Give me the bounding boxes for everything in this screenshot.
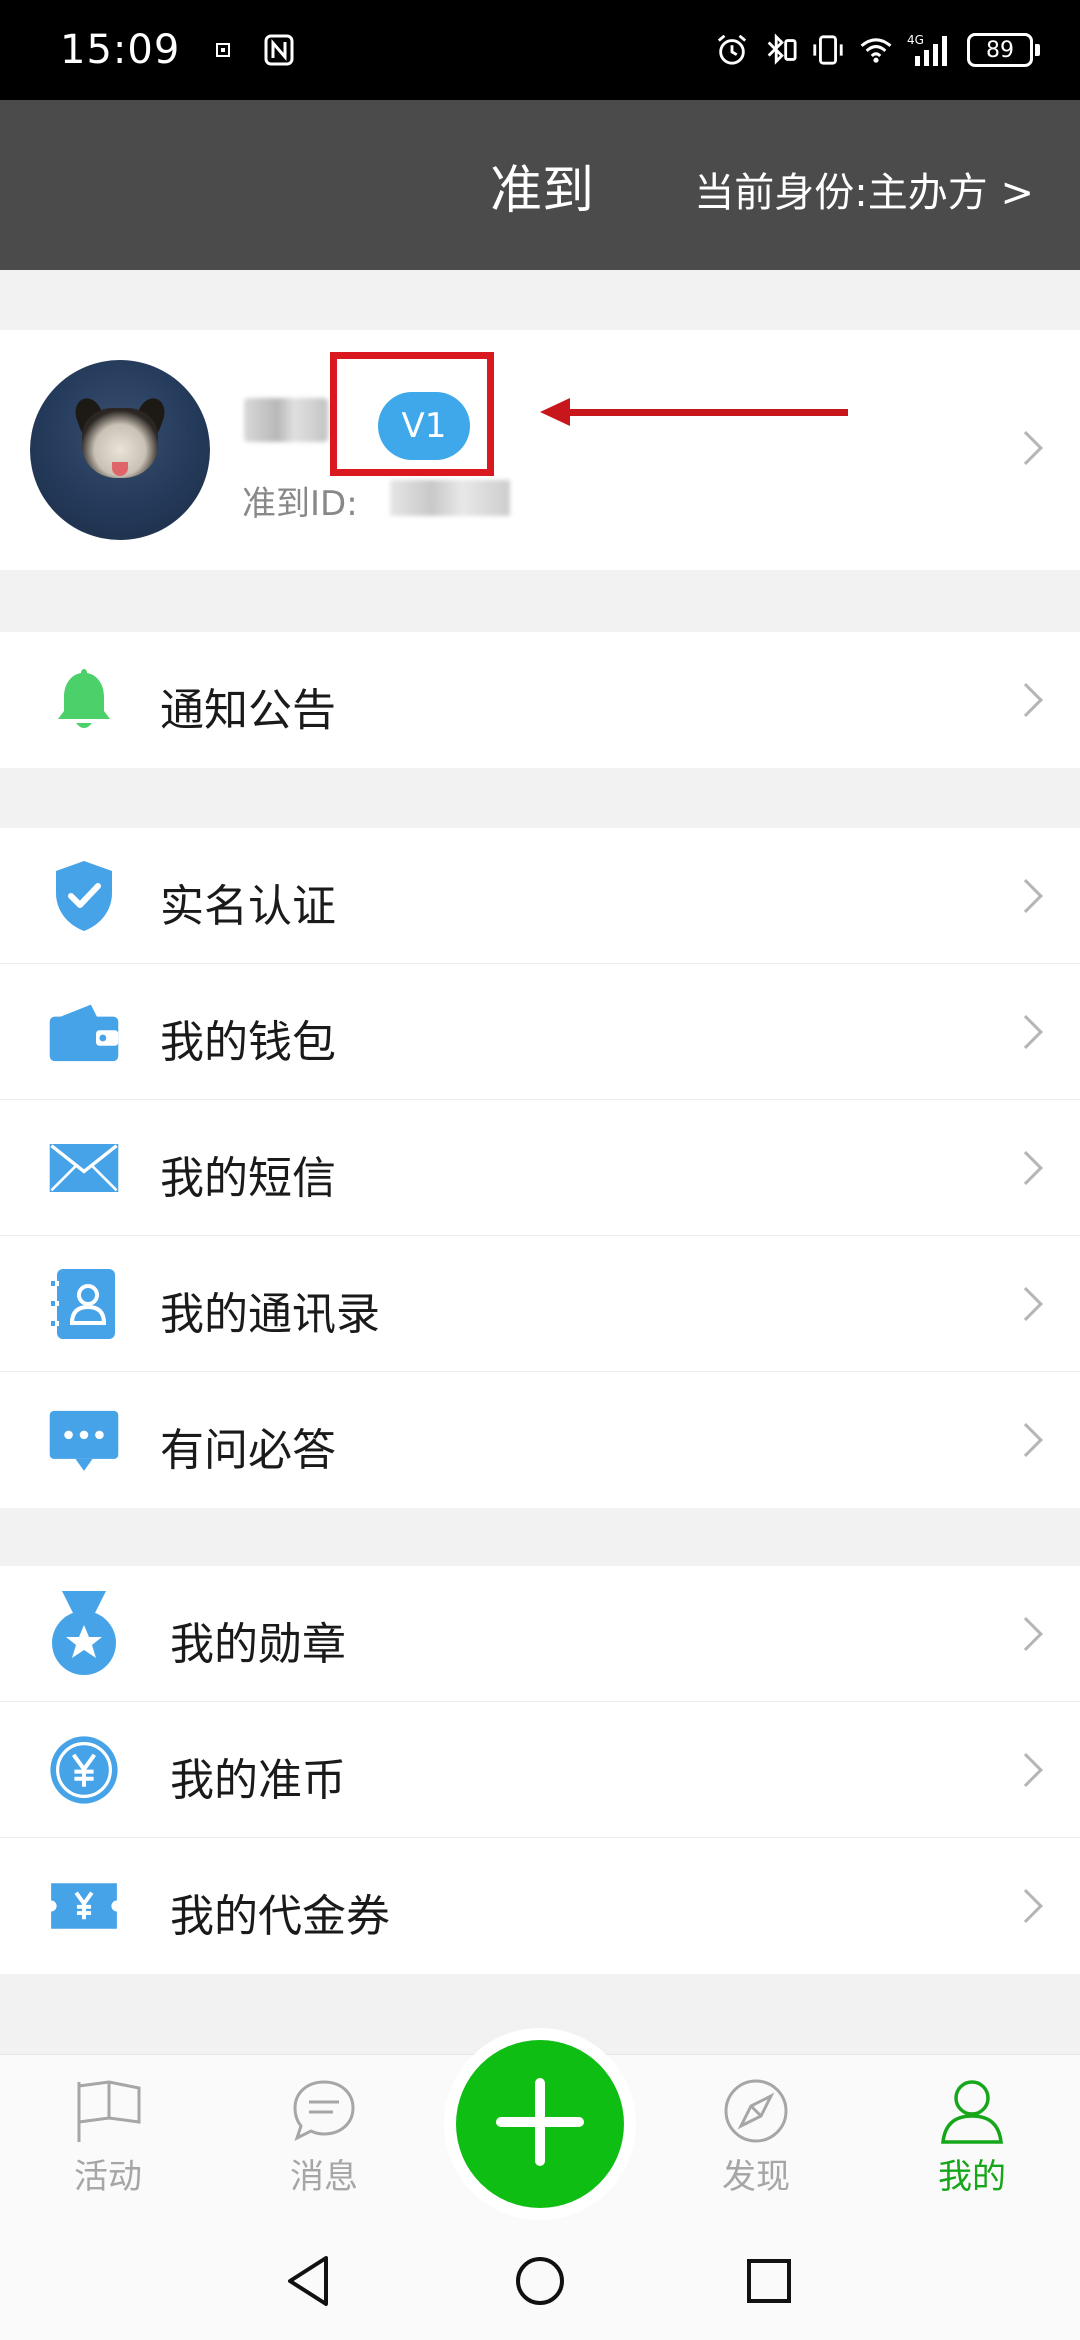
medal-icon (48, 1591, 120, 1675)
chevron-right-icon (1009, 1287, 1043, 1321)
account-group: 实名认证 我的钱包 我的短信 我的通讯录 有问必答 (0, 828, 1080, 1508)
notification-dot-icon (206, 33, 240, 67)
chevron-right-icon (1009, 1015, 1043, 1049)
menu-item-label: 我的通讯录 (160, 1289, 380, 1340)
chevron-right-icon (1009, 1423, 1043, 1457)
menu-item-sms[interactable]: 我的短信 (0, 1100, 1080, 1236)
annotation-highlight-box (330, 352, 494, 476)
menu-item-label: 有问必答 (160, 1425, 336, 1476)
chat-bubble-icon (48, 1404, 120, 1476)
tab-messages[interactable]: 消息 (254, 2075, 394, 2198)
notice-group: 通知公告 (0, 632, 1080, 768)
message-icon (288, 2075, 360, 2147)
tab-discover[interactable]: 发现 (686, 2075, 826, 2198)
avatar[interactable] (30, 360, 210, 540)
chevron-right-icon (1009, 1753, 1043, 1787)
menu-item-label: 通知公告 (160, 685, 336, 736)
nfc-icon (262, 33, 296, 67)
menu-item-contacts[interactable]: 我的通讯录 (0, 1236, 1080, 1372)
chevron-right-icon (1009, 431, 1043, 465)
home-icon[interactable] (505, 2246, 575, 2316)
menu-item-label: 我的准币 (170, 1755, 346, 1806)
user-icon (936, 2075, 1008, 2147)
tab-label: 发现 (722, 2157, 790, 2197)
chevron-right-icon (1009, 1151, 1043, 1185)
chevron-right-icon (1009, 1889, 1043, 1923)
compass-icon (720, 2075, 792, 2147)
user-id-label: 准到ID: (242, 484, 358, 524)
bluetooth-icon (763, 33, 797, 67)
tab-mine[interactable]: 我的 (902, 2075, 1042, 2198)
bell-icon (48, 664, 120, 736)
menu-item-medals[interactable]: 我的勋章 (0, 1566, 1080, 1702)
tab-activities[interactable]: 活动 (38, 2075, 178, 2198)
menu-item-wallet[interactable]: 我的钱包 (0, 964, 1080, 1100)
chevron-right-icon (1009, 879, 1043, 913)
menu-item-qa[interactable]: 有问必答 (0, 1372, 1080, 1508)
voucher-ticket-icon (48, 1870, 120, 1942)
status-time: 15:09 (60, 27, 181, 73)
menu-item-label: 我的短信 (160, 1153, 336, 1204)
signal-4g-icon: 4G (907, 33, 953, 67)
chevron-right-icon (1009, 1617, 1043, 1651)
page-title: 准到 (490, 161, 595, 221)
rewards-group: 我的勋章 我的准币 我的代金券 (0, 1566, 1080, 1974)
envelope-icon (48, 1132, 120, 1204)
menu-item-label: 我的钱包 (160, 1017, 336, 1068)
profile-card[interactable]: V1 准到ID: (0, 330, 1080, 570)
yuan-coin-icon (48, 1734, 120, 1806)
shield-check-icon (48, 860, 120, 932)
chevron-right-icon (1009, 683, 1043, 717)
system-nav-bar (0, 2220, 1080, 2340)
menu-item-coins[interactable]: 我的准币 (0, 1702, 1080, 1838)
menu-item-notice[interactable]: 通知公告 (0, 632, 1080, 768)
back-icon[interactable] (274, 2246, 344, 2316)
plus-icon (495, 2077, 585, 2171)
tab-label: 活动 (74, 2157, 142, 2197)
tab-label: 消息 (290, 2157, 358, 2197)
battery-icon: 89 (967, 33, 1040, 67)
svg-text:4G: 4G (907, 33, 924, 47)
menu-item-label: 我的代金券 (170, 1891, 390, 1942)
app-header: 准到 当前身份:主办方 > (0, 100, 1080, 270)
menu-item-label: 我的勋章 (170, 1619, 346, 1670)
tab-label: 我的 (938, 2157, 1006, 2197)
vibrate-icon (811, 33, 845, 67)
create-button[interactable] (456, 2040, 624, 2208)
menu-item-vouchers[interactable]: 我的代金券 (0, 1838, 1080, 1974)
contacts-book-icon (48, 1268, 120, 1340)
user-id-redacted (390, 480, 510, 516)
recents-icon[interactable] (734, 2246, 804, 2316)
menu-item-label: 实名认证 (160, 881, 336, 932)
battery-level: 89 (967, 33, 1033, 67)
user-name-redacted (244, 398, 328, 442)
menu-item-real-name[interactable]: 实名认证 (0, 828, 1080, 964)
status-bar: 15:09 4G 89 (0, 0, 1080, 100)
alarm-icon (715, 33, 749, 67)
wallet-icon (48, 996, 120, 1068)
identity-switch-link[interactable]: 当前身份:主办方 > (694, 160, 1034, 218)
screen: 15:09 4G 89 准到 当前身份:主办方 > V1 准到ID: 通知公告 … (0, 0, 1080, 2340)
annotation-arrow (560, 409, 848, 416)
wifi-icon (859, 33, 893, 67)
flag-icon (72, 2075, 144, 2147)
